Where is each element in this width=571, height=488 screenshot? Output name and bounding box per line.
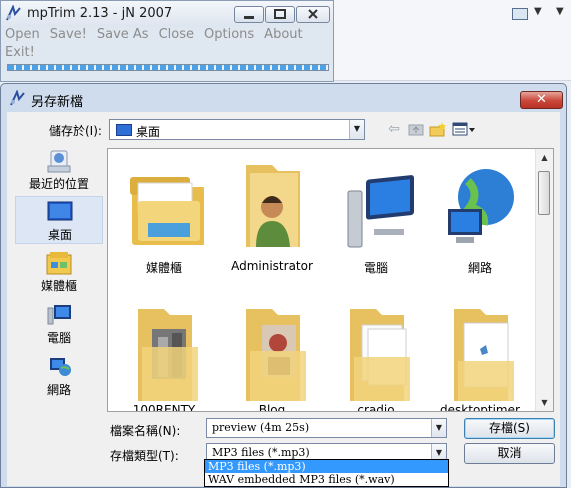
save-button[interactable]: 存檔(S) [464,418,555,439]
progress-fill [8,65,328,70]
network-icon [50,358,71,376]
file-list[interactable]: 媒體櫃 Administrator 電腦 網路 100RENTY Blog cr… [107,148,554,412]
file-item-cradio[interactable]: cradio [324,307,428,412]
file-type-option-wav[interactable]: WAV embedded MP3 files (*.wav) [205,473,448,486]
library-icon [46,252,72,275]
file-type-value: MP3 files (*.mp3) [212,446,310,459]
file-label: Blog [258,403,286,412]
close-icon: ✕ [536,92,547,107]
menu-exit[interactable]: Exit! [5,44,35,62]
place-label: 電腦 [46,331,71,345]
mptrim-title-bar[interactable]: mpTrim 2.13 - jN 2007 [1,1,333,27]
file-item-desktoptimer[interactable]: desktoptimer [428,307,532,412]
file-item-blog[interactable]: Blog [220,307,324,412]
file-type-option-mp3[interactable]: MP3 files (*.mp3) [205,460,448,473]
file-label: 網路 [467,261,492,275]
mptrim-menu-bar: Open Save! Save As Close Options About Exit! [5,26,325,62]
menu-save-as[interactable]: Save As [97,26,149,44]
file-list-scrollbar[interactable]: ▲ ▼ [535,149,553,411]
file-item-computer[interactable]: 電腦 [324,163,428,283]
dialog-title-bar[interactable]: 另存新檔 ✕ [1,84,566,112]
save-as-dialog: 另存新檔 ✕ 儲存於(I): 桌面 ▼ ⇦ 最近的位置 桌面 媒體櫃 電腦 網路… [0,83,567,488]
folder-icon [138,309,198,401]
background-app-toolbar: ▼ ▼ [334,0,571,81]
place-label: 網路 [46,383,71,397]
computer-icon [347,175,414,248]
place-desktop[interactable]: 桌面 [15,196,103,244]
mptrim-title: mpTrim 2.13 - jN 2007 [27,6,173,21]
file-label: Administrator [231,259,313,273]
dialog-body: 儲存於(I): 桌面 ▼ ⇦ 最近的位置 桌面 媒體櫃 電腦 網路 媒體櫃 Ad… [7,112,560,486]
place-label: 桌面 [47,228,72,242]
chevron-down-icon[interactable]: ▼ [534,6,542,17]
folder-icon [246,309,306,401]
chevron-down-icon[interactable]: ▼ [349,120,364,139]
file-item-libraries[interactable]: 媒體櫃 [112,163,216,283]
place-label: 最近的位置 [28,177,89,191]
chevron-down-icon[interactable]: ▼ [556,6,564,17]
library-folder-icon [130,177,204,245]
place-recent[interactable]: 最近的位置 [15,146,103,194]
scroll-down-icon[interactable]: ▼ [536,394,553,411]
file-name-field[interactable]: preview (4m 25s) ▼ [206,418,447,438]
file-name-value: preview (4m 25s) [212,421,310,434]
file-label: 媒體櫃 [145,261,182,275]
minimize-icon [244,16,254,19]
dialog-close-button[interactable]: ✕ [520,91,563,109]
file-type-dropdown-list: MP3 files (*.mp3) WAV embedded MP3 files… [204,459,449,487]
save-in-value: 桌面 [136,125,161,139]
desktop-icon [47,201,73,221]
menu-save[interactable]: Save! [50,26,87,44]
desktop-icon [116,124,132,136]
close-icon [308,9,318,19]
minimize-button[interactable] [234,6,264,23]
mptrim-window: mpTrim 2.13 - jN 2007 Open Save! Save As Cl… [0,0,334,82]
file-label: 電腦 [363,261,388,275]
file-item-network[interactable]: 網路 [428,163,532,283]
menu-close[interactable]: Close [159,26,194,44]
up-folder-icon[interactable] [407,121,425,137]
recent-places-icon [47,150,71,173]
cancel-button[interactable]: 取消 [464,443,555,464]
user-folder-icon [246,165,300,247]
view-menu-icon[interactable] [452,121,476,137]
file-item-administrator[interactable]: Administrator [220,163,324,283]
window-icon[interactable] [512,8,528,20]
computer-icon [47,305,71,325]
places-bar: 最近的位置 桌面 媒體櫃 電腦 網路 [15,146,103,412]
mptrim-app-icon [6,5,21,21]
file-name-label: 檔案名稱(N): [110,424,181,438]
folder-icon [350,309,410,401]
save-in-combo[interactable]: 桌面 ▼ [109,119,365,140]
menu-open[interactable]: Open [5,26,40,44]
file-type-label: 存檔類型(T): [110,449,179,463]
chevron-down-icon[interactable]: ▼ [431,419,446,437]
mptrim-app-icon [10,90,25,106]
maximize-button[interactable] [265,6,295,23]
file-label: desktoptimer [440,403,520,412]
file-item-100renty[interactable]: 100RENTY [112,307,216,412]
maximize-icon [274,9,286,19]
place-computer[interactable]: 電腦 [15,300,103,348]
network-globe-icon [448,169,514,243]
menu-options[interactable]: Options [204,26,254,44]
place-libraries[interactable]: 媒體櫃 [15,248,103,296]
save-in-label: 儲存於(I): [49,124,102,138]
scroll-up-icon[interactable]: ▲ [536,149,553,166]
back-arrow-icon[interactable]: ⇦ [385,121,403,137]
scrollbar-thumb[interactable] [538,171,550,215]
folder-icon [454,309,514,401]
dialog-title: 另存新檔 [31,95,84,110]
place-network[interactable]: 網路 [15,352,103,400]
new-folder-icon[interactable] [429,121,447,137]
place-label: 媒體櫃 [40,279,77,293]
file-label: 100RENTY [132,403,196,412]
menu-about[interactable]: About [264,26,302,44]
file-label: cradio [357,403,395,412]
mptrim-progress-bar [7,64,329,71]
close-button[interactable] [296,6,330,23]
